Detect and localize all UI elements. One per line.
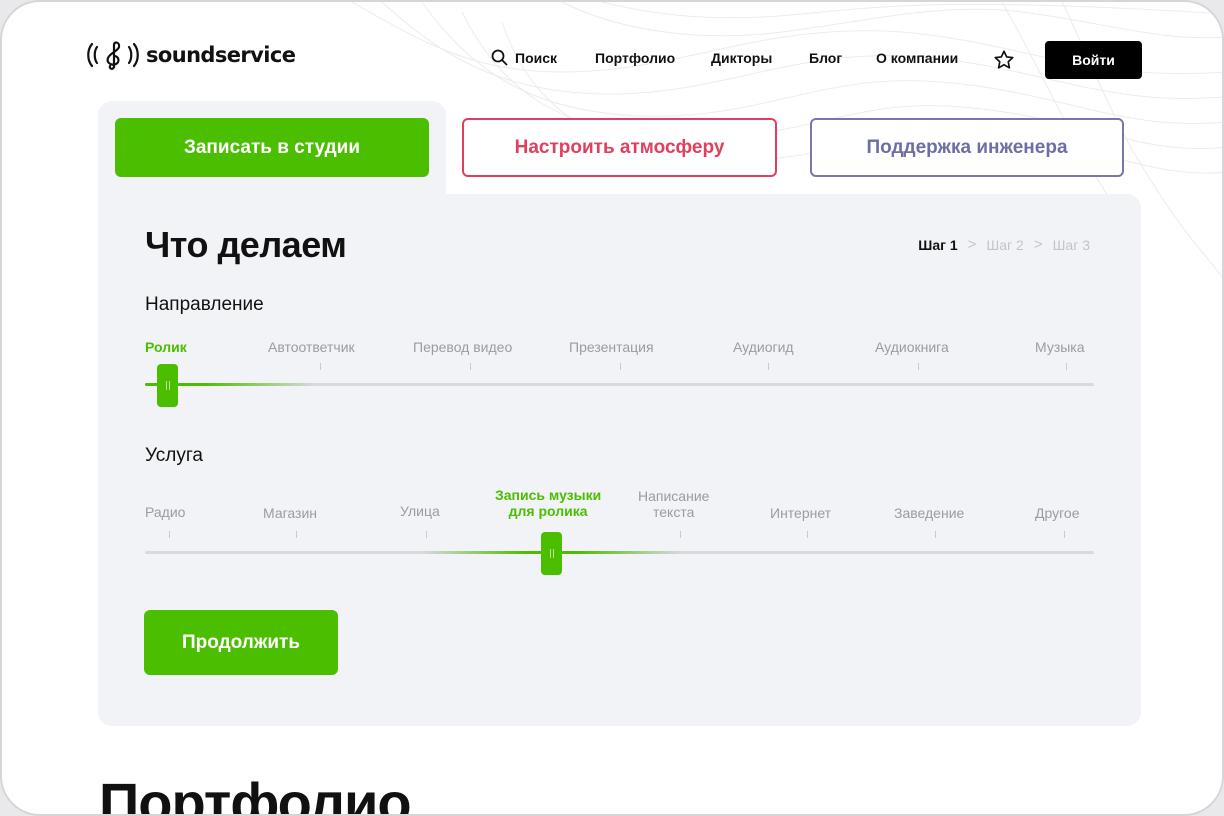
- step-indicator: Шаг 1 > Шаг 2 > Шаг 3: [918, 236, 1090, 253]
- direction-slider-handle[interactable]: [157, 364, 178, 407]
- service-option-internet[interactable]: Интернет: [770, 505, 831, 521]
- tab-record-studio[interactable]: Записать в студии: [115, 118, 429, 177]
- panel-tab-joint: [98, 182, 446, 212]
- star-icon[interactable]: [993, 49, 1015, 71]
- nav-about[interactable]: О компании: [876, 50, 958, 66]
- step-chevron-icon: >: [967, 236, 977, 253]
- service-slider-handle[interactable]: [541, 532, 562, 575]
- tab-engineer-support[interactable]: Поддержка инженера: [810, 118, 1124, 177]
- panel-title: Что делаем: [145, 224, 347, 265]
- service-option-music-recording[interactable]: Запись музыки для ролика: [495, 487, 601, 519]
- portfolio-heading: Портфолио: [99, 771, 412, 816]
- direction-option-presentation[interactable]: Презентация: [569, 339, 654, 355]
- continue-button[interactable]: Продолжить: [144, 610, 338, 675]
- slider-tick: [918, 363, 919, 370]
- step-1: Шаг 1: [918, 236, 958, 253]
- direction-option-video-translation[interactable]: Перевод видео: [413, 339, 512, 355]
- slider-tick: [620, 363, 621, 370]
- service-option-shop[interactable]: Магазин: [263, 505, 317, 521]
- slider-tick: [768, 363, 769, 370]
- nav-speakers[interactable]: Дикторы: [711, 50, 772, 66]
- search-label: Поиск: [515, 49, 558, 66]
- service-option-radio[interactable]: Радио: [145, 504, 185, 520]
- slider-tick: [680, 531, 681, 538]
- nav-portfolio[interactable]: Портфолио: [595, 50, 675, 66]
- slider-tick: [807, 531, 808, 538]
- search-link[interactable]: Поиск: [491, 49, 557, 66]
- slider-tick: [320, 363, 321, 370]
- slider-tick: [935, 531, 936, 538]
- service-option-copywriting[interactable]: Написание текста: [638, 488, 709, 520]
- tab-setup-atmosphere[interactable]: Настроить атмосферу: [462, 118, 777, 177]
- slider-tick: [169, 531, 170, 538]
- step-chevron-icon: >: [1033, 236, 1043, 253]
- service-option-venue[interactable]: Заведение: [894, 505, 964, 521]
- direction-option-video-ad[interactable]: Ролик: [145, 339, 187, 355]
- direction-option-answering-machine[interactable]: Автоответчик: [268, 339, 355, 355]
- login-button[interactable]: Войти: [1045, 41, 1142, 79]
- service-option-other[interactable]: Другое: [1035, 505, 1079, 521]
- step-3: Шаг 3: [1052, 236, 1090, 253]
- logo-text: soundservice: [146, 43, 296, 67]
- treble-clef-icon: [87, 41, 139, 70]
- service-label: Услуга: [145, 445, 203, 466]
- logo[interactable]: soundservice: [86, 40, 296, 70]
- direction-label: Направление: [145, 294, 264, 315]
- service-option-street[interactable]: Улица: [400, 503, 440, 519]
- direction-option-audiobook[interactable]: Аудиокнига: [875, 339, 949, 355]
- slider-tick: [1064, 531, 1065, 538]
- slider-tick: [1066, 363, 1067, 370]
- page-frame: soundservice Поиск Портфолио Дикторы Бло…: [0, 0, 1224, 816]
- nav-blog[interactable]: Блог: [809, 50, 842, 66]
- direction-option-music[interactable]: Музыка: [1035, 339, 1085, 355]
- search-icon: [491, 49, 508, 66]
- direction-option-audio-guide[interactable]: Аудиогид: [733, 339, 794, 355]
- slider-tick: [426, 531, 427, 538]
- slider-tick: [296, 531, 297, 538]
- slider-tick: [470, 363, 471, 370]
- step-2: Шаг 2: [986, 236, 1024, 253]
